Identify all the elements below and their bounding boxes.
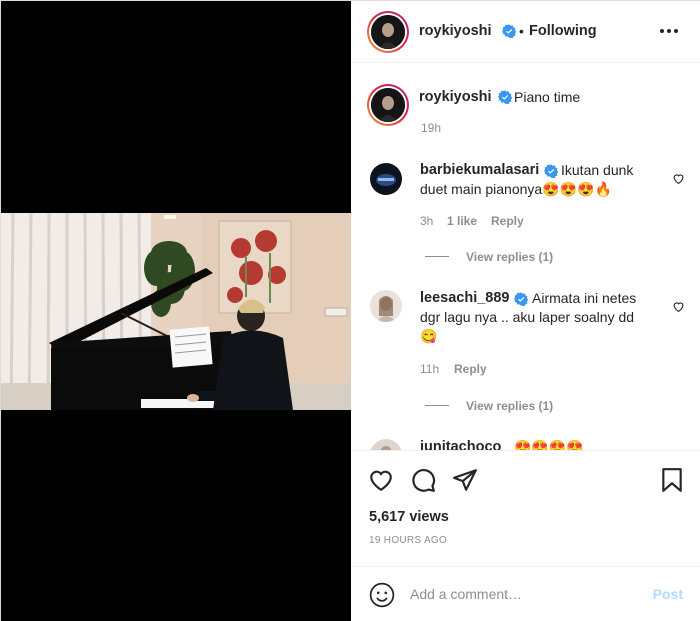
commenter-avatar[interactable]: [370, 163, 402, 195]
caption-text: Piano time: [514, 89, 581, 105]
commenter-photo: [370, 290, 402, 322]
caption-avatar[interactable]: [367, 84, 409, 126]
post-comment-button[interactable]: Post: [653, 586, 683, 602]
comment-username[interactable]: junitachoco: [420, 439, 501, 450]
view-replies-line: [425, 405, 449, 406]
post-sidebar: roykiyoshi • Following roykiyoshi Piano …: [351, 1, 700, 621]
comment-text: Airmata ini netes: [532, 290, 637, 306]
verified-badge-icon: [498, 90, 512, 104]
post-header: roykiyoshi • Following: [351, 1, 700, 63]
caption-username[interactable]: roykiyoshi: [419, 89, 492, 105]
commenter-avatar[interactable]: [370, 439, 402, 450]
post-actions: 5,617 views 19 HOURS AGO: [351, 450, 700, 560]
comment-text-emoji: 😋: [420, 328, 438, 344]
commenter-photo: [370, 439, 402, 450]
view-replies-button[interactable]: View replies (1): [466, 399, 553, 413]
caption-avatar-photo: [371, 88, 405, 122]
verified-badge-icon: [544, 164, 558, 178]
reply-button[interactable]: Reply: [491, 214, 524, 228]
reply-button[interactable]: Reply: [454, 362, 487, 376]
header-separator: •: [519, 23, 524, 39]
video-player[interactable]: [1, 213, 351, 410]
post-media[interactable]: [1, 1, 351, 621]
comment-time[interactable]: 3h: [420, 214, 433, 228]
comment-likes[interactable]: 1 like: [447, 214, 477, 228]
emoji-icon[interactable]: [369, 582, 395, 608]
heart-icon[interactable]: [672, 172, 685, 185]
view-count[interactable]: 5,617 views: [369, 509, 449, 525]
comment-text: Ikutan dunk: [561, 162, 634, 178]
comment-composer: Add a comment… Post: [351, 566, 700, 621]
verified-badge-icon: [514, 292, 528, 306]
comment-time[interactable]: 11h: [420, 362, 439, 376]
comment-username[interactable]: barbiekumalasari: [420, 162, 539, 178]
post-dialog: roykiyoshi • Following roykiyoshi Piano …: [0, 0, 700, 621]
view-replies-line: [425, 256, 449, 257]
comment-icon[interactable]: [410, 467, 436, 493]
bookmark-icon[interactable]: [659, 467, 685, 493]
author-avatar[interactable]: [367, 11, 409, 53]
heart-icon[interactable]: [672, 300, 685, 313]
more-options-icon[interactable]: [659, 21, 679, 41]
verified-badge-icon: [502, 24, 516, 38]
video-frame-piano: [1, 213, 351, 410]
comment-text: 😍😍😍😍: [514, 439, 584, 450]
author-username[interactable]: roykiyoshi: [419, 23, 492, 39]
comment-username[interactable]: leesachi_889: [420, 290, 510, 306]
comment-text-continued: dgr lagu nya .. aku laper soalny dd: [420, 309, 635, 325]
comment-text-continued: duet main pianonya😍😍😍🔥: [420, 181, 612, 197]
share-icon[interactable]: [452, 467, 478, 493]
caption-time[interactable]: 19h: [421, 121, 441, 135]
heart-icon[interactable]: [368, 467, 394, 493]
following-button[interactable]: Following: [529, 23, 597, 39]
view-replies-button[interactable]: View replies (1): [466, 250, 553, 264]
commenter-photo: [370, 163, 402, 195]
comments-list[interactable]: roykiyoshi Piano time 19h barbiekumalasa…: [351, 64, 700, 450]
post-timestamp[interactable]: 19 HOURS AGO: [369, 535, 447, 546]
author-photo: [371, 15, 405, 49]
commenter-avatar[interactable]: [370, 290, 402, 322]
comment-input[interactable]: Add a comment…: [410, 586, 522, 602]
